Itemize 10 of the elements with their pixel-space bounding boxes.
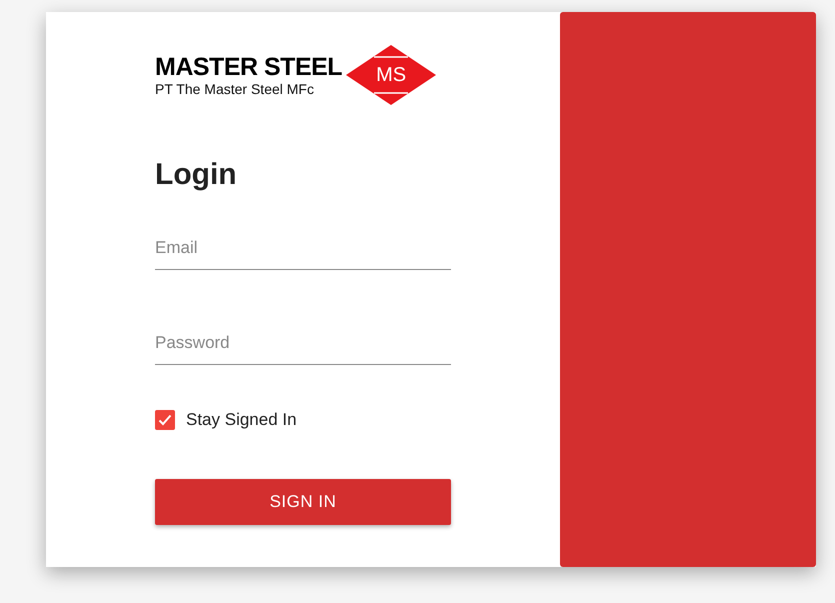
logo-mark: MS — [376, 65, 406, 85]
sign-in-button[interactable]: SIGN IN — [155, 478, 451, 524]
stay-signed-in-checkbox[interactable] — [155, 410, 175, 430]
checkmark-icon — [158, 414, 172, 426]
logo-subtitle: PT The Master Steel MFc — [155, 81, 315, 97]
input-field[interactable]: Password — [155, 308, 451, 365]
logo-name: MASTER STEEL — [155, 53, 342, 81]
stay-signed-in-label: Stay Signed In — [186, 409, 297, 431]
input-field[interactable]: Email — [155, 213, 451, 270]
login-title: Login — [155, 157, 238, 193]
